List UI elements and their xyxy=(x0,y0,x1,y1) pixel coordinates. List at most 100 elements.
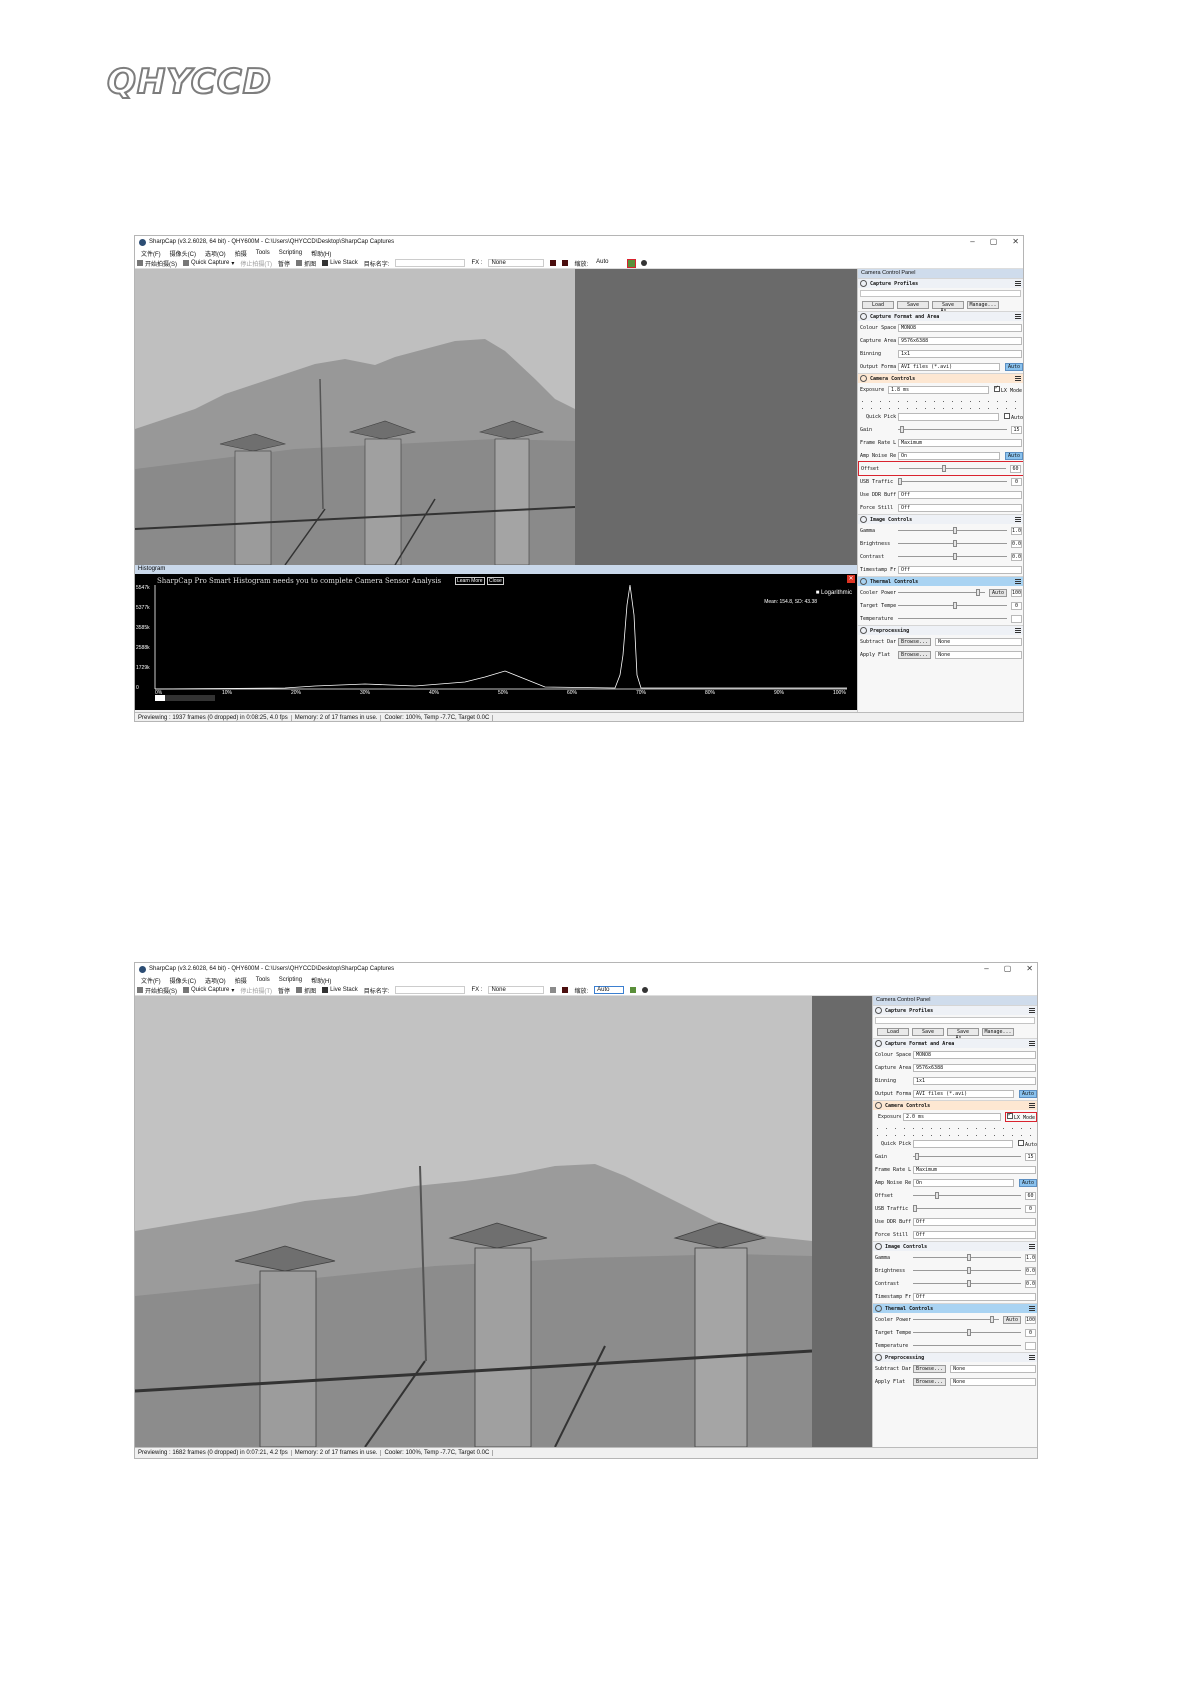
histogram-msg-close-button[interactable]: Close xyxy=(487,577,504,585)
collapse-icon[interactable] xyxy=(860,375,867,382)
frame-rate-select[interactable]: Maximum xyxy=(913,1165,1036,1174)
auto-checkbox[interactable]: Auto xyxy=(1017,1139,1037,1148)
collapse-icon[interactable] xyxy=(875,1007,882,1014)
cooler-power-value[interactable]: 100 xyxy=(1025,1315,1036,1324)
ddr-buffer-select[interactable]: Off xyxy=(913,1217,1036,1226)
subtract-dark-select[interactable]: None xyxy=(935,637,1022,646)
apply-flat-select[interactable]: None xyxy=(935,650,1022,659)
menu-scripting[interactable]: Scripting xyxy=(279,977,302,983)
cooler-auto-button[interactable]: Auto xyxy=(988,588,1007,597)
capture-area-select[interactable]: 9576x6388 xyxy=(898,336,1022,345)
collapse-icon[interactable] xyxy=(875,1243,882,1250)
menu-camera[interactable]: 摄像头(C) xyxy=(170,976,196,985)
contrast-value[interactable]: 0.0 xyxy=(1025,1279,1036,1288)
usb-traffic-slider[interactable] xyxy=(913,1204,1021,1213)
magnifier-icon[interactable] xyxy=(641,260,648,266)
fx-select[interactable]: None xyxy=(488,259,545,267)
section-camera-controls[interactable]: Camera Controls xyxy=(858,373,1023,383)
learn-more-button[interactable]: Learn More xyxy=(455,577,485,585)
offset-slider[interactable] xyxy=(913,1191,1021,1200)
save-button[interactable]: Save xyxy=(897,301,929,309)
start-capture-button[interactable]: 开始拍摄(S) xyxy=(137,259,177,268)
quick-picks-select[interactable] xyxy=(898,412,999,421)
force-still-select[interactable]: Off xyxy=(913,1230,1036,1239)
gain-slider[interactable] xyxy=(913,1152,1021,1161)
menu-camera[interactable]: 摄像头(C) xyxy=(170,249,196,258)
profile-select[interactable] xyxy=(858,288,1023,299)
magnifier-icon[interactable] xyxy=(642,987,649,993)
menu-icon[interactable] xyxy=(1029,1008,1035,1013)
brightness-slider[interactable] xyxy=(913,1266,1021,1275)
gain-value[interactable]: 15 xyxy=(1025,1152,1036,1161)
histogram-toggle-icon[interactable] xyxy=(630,987,637,993)
load-button[interactable]: Load xyxy=(877,1028,909,1036)
color-swatch-icon[interactable] xyxy=(550,987,557,993)
menu-icon[interactable] xyxy=(1015,628,1021,633)
apply-flat-select[interactable]: None xyxy=(950,1377,1036,1386)
logarithmic-checkbox[interactable]: ■ Logarithmic xyxy=(816,590,852,596)
menu-icon[interactable] xyxy=(1015,579,1021,584)
gamma-slider[interactable] xyxy=(913,1253,1021,1262)
frame-rate-select[interactable]: Maximum xyxy=(898,438,1022,447)
menu-file[interactable]: 文件(F) xyxy=(141,249,161,258)
collapse-icon[interactable] xyxy=(875,1305,882,1312)
menu-capture[interactable]: 拍摄 xyxy=(235,249,247,258)
force-still-select[interactable]: Off xyxy=(898,503,1022,512)
offset-value[interactable]: 60 xyxy=(1025,1191,1036,1200)
amp-noise-select[interactable]: On xyxy=(913,1178,1014,1187)
menu-icon[interactable] xyxy=(1015,281,1021,286)
usb-traffic-value[interactable]: 0 xyxy=(1011,477,1022,486)
menu-help[interactable]: 帮助(H) xyxy=(311,249,331,258)
save-button[interactable]: Save xyxy=(912,1028,944,1036)
amp-noise-auto-button[interactable]: Auto xyxy=(1004,451,1023,460)
menu-icon[interactable] xyxy=(1029,1103,1035,1108)
collapse-icon[interactable] xyxy=(860,280,867,287)
target-temp-slider[interactable] xyxy=(898,601,1007,610)
subtract-dark-browse-button[interactable]: Browse... xyxy=(898,637,932,646)
output-auto-button[interactable]: Auto xyxy=(1004,362,1023,371)
section-preprocessing[interactable]: Preprocessing xyxy=(873,1352,1037,1362)
contrast-slider[interactable] xyxy=(898,552,1007,561)
menu-tools[interactable]: Tools xyxy=(256,250,270,256)
timestamp-select[interactable]: Off xyxy=(898,565,1022,574)
menu-icon[interactable] xyxy=(1015,314,1021,319)
start-capture-button[interactable]: 开始拍摄(S) xyxy=(137,986,177,995)
contrast-value[interactable]: 0.0 xyxy=(1011,552,1022,561)
collapse-icon[interactable] xyxy=(860,578,867,585)
collapse-icon[interactable] xyxy=(875,1040,882,1047)
menu-icon[interactable] xyxy=(1029,1355,1035,1360)
section-camera-controls[interactable]: Camera Controls xyxy=(873,1100,1037,1110)
menu-icon[interactable] xyxy=(1029,1306,1035,1311)
cooler-power-slider[interactable] xyxy=(913,1315,999,1324)
fx-select[interactable]: None xyxy=(488,986,545,994)
gain-slider[interactable] xyxy=(898,425,1007,434)
menu-scripting[interactable]: Scripting xyxy=(279,250,302,256)
target-temp-slider[interactable] xyxy=(913,1328,1021,1337)
save-as-button[interactable]: Save As... xyxy=(947,1028,979,1041)
close-button[interactable]: ✕ xyxy=(1012,237,1019,246)
maximize-button[interactable]: ▢ xyxy=(1004,964,1012,973)
collapse-icon[interactable] xyxy=(860,627,867,634)
exposure-slider[interactable] xyxy=(862,396,1021,403)
target-name-input[interactable] xyxy=(395,986,466,994)
menu-options[interactable]: 选项(O) xyxy=(205,976,226,985)
live-stack-button[interactable]: Live Stack xyxy=(322,987,358,993)
output-auto-button[interactable]: Auto xyxy=(1018,1089,1037,1098)
brightness-slider[interactable] xyxy=(898,539,1007,548)
close-button[interactable]: ✕ xyxy=(1026,964,1033,973)
menu-help[interactable]: 帮助(H) xyxy=(311,976,331,985)
collapse-icon[interactable] xyxy=(875,1102,882,1109)
section-image-controls[interactable]: Image Controls xyxy=(873,1241,1037,1251)
section-preprocessing[interactable]: Preprocessing xyxy=(858,625,1023,635)
pause-button[interactable]: 暂停 xyxy=(278,986,290,995)
menu-icon[interactable] xyxy=(1029,1041,1035,1046)
section-capture-profiles[interactable]: Capture Profiles xyxy=(858,278,1023,288)
gamma-slider[interactable] xyxy=(898,526,1007,535)
output-format-select[interactable]: AVI files (*.avi) xyxy=(913,1089,1014,1098)
color-swatch-icon-2[interactable] xyxy=(562,260,569,266)
exposure-slider[interactable] xyxy=(877,1123,1035,1130)
zoom-select[interactable]: Auto xyxy=(594,259,623,267)
usb-traffic-value[interactable]: 0 xyxy=(1025,1204,1036,1213)
contrast-slider[interactable] xyxy=(913,1279,1021,1288)
manage-button[interactable]: Manage... xyxy=(967,301,999,309)
